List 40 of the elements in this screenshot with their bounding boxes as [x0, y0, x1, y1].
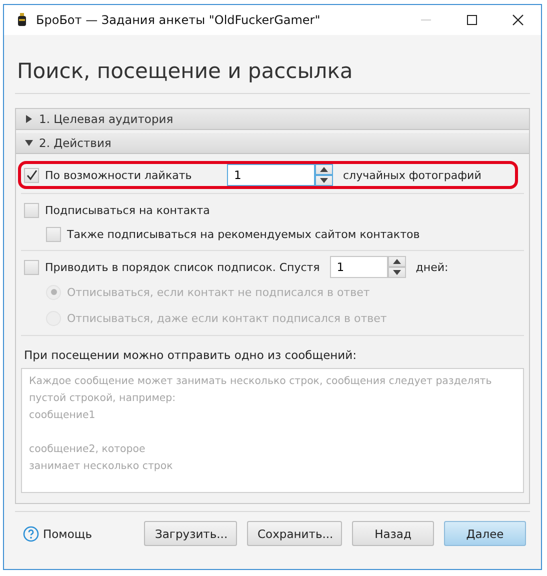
down-arrow-icon	[392, 270, 401, 275]
checkbox[interactable]	[46, 226, 61, 242]
up-arrow-icon	[320, 167, 328, 172]
page-heading: Поиск, посещение и рассылка	[16, 58, 354, 85]
messages-field[interactable]: Каждое сообщение может занимать несколько строк, сообщения следует разделять пустой строкой, например: сообщение1 сообщение2, которое занимает несколько строк	[21, 368, 524, 493]
decrement-button[interactable]	[388, 267, 406, 278]
number-field[interactable]: 1	[330, 256, 388, 278]
decrement-button[interactable]	[315, 175, 333, 186]
field-label: При посещении можно отправить одно из сообщений:	[23, 347, 358, 364]
close-icon	[512, 14, 524, 26]
collapse-arrow-icon	[25, 139, 33, 147]
checkbox-label: Также подписываться на рекомендуемых сайтом контактов	[67, 228, 420, 240]
dialog-button[interactable]: Сохранить...	[246, 521, 342, 546]
checkbox-label: Подписываться на контакта	[45, 204, 210, 216]
increment-button[interactable]	[388, 256, 406, 267]
number-field[interactable]: 1	[227, 164, 315, 186]
section-header[interactable]: 1. Целевая аудитория	[16, 109, 529, 130]
help-link[interactable]: Помощь	[23, 526, 92, 542]
checkbox-label: Приводить в порядок список подписок. Спустя	[45, 260, 320, 274]
window-title: БроБот — Задания анкеты "OldFuckerGamer"	[36, 13, 320, 27]
checkbox[interactable]	[24, 202, 39, 218]
expand-arrow-icon	[25, 115, 33, 123]
checkmark-icon	[26, 169, 38, 181]
section-header[interactable]: 2. Действия	[16, 133, 529, 154]
down-arrow-icon	[320, 178, 328, 183]
field-suffix: случайных фотографий	[343, 168, 482, 182]
checkbox[interactable]	[24, 260, 39, 274]
radio-label: Отписываться, если контакт не подписался в ответ	[67, 286, 370, 298]
field-suffix: дней:	[416, 260, 448, 274]
dialog-button[interactable]: Назад	[352, 521, 434, 546]
checkbox-label: По возможности лайкать	[45, 168, 193, 182]
dialog-button[interactable]: Далее	[444, 521, 526, 546]
dialog-button[interactable]: Загрузить...	[144, 521, 237, 546]
up-arrow-icon	[392, 259, 401, 264]
app-icon	[16, 13, 28, 27]
help-icon	[23, 526, 39, 542]
checkbox[interactable]	[24, 168, 39, 182]
radio-label: Отписываться, даже если контакт подписался в ответ	[67, 312, 387, 324]
maximize-icon	[466, 14, 478, 26]
increment-button[interactable]	[315, 164, 333, 175]
